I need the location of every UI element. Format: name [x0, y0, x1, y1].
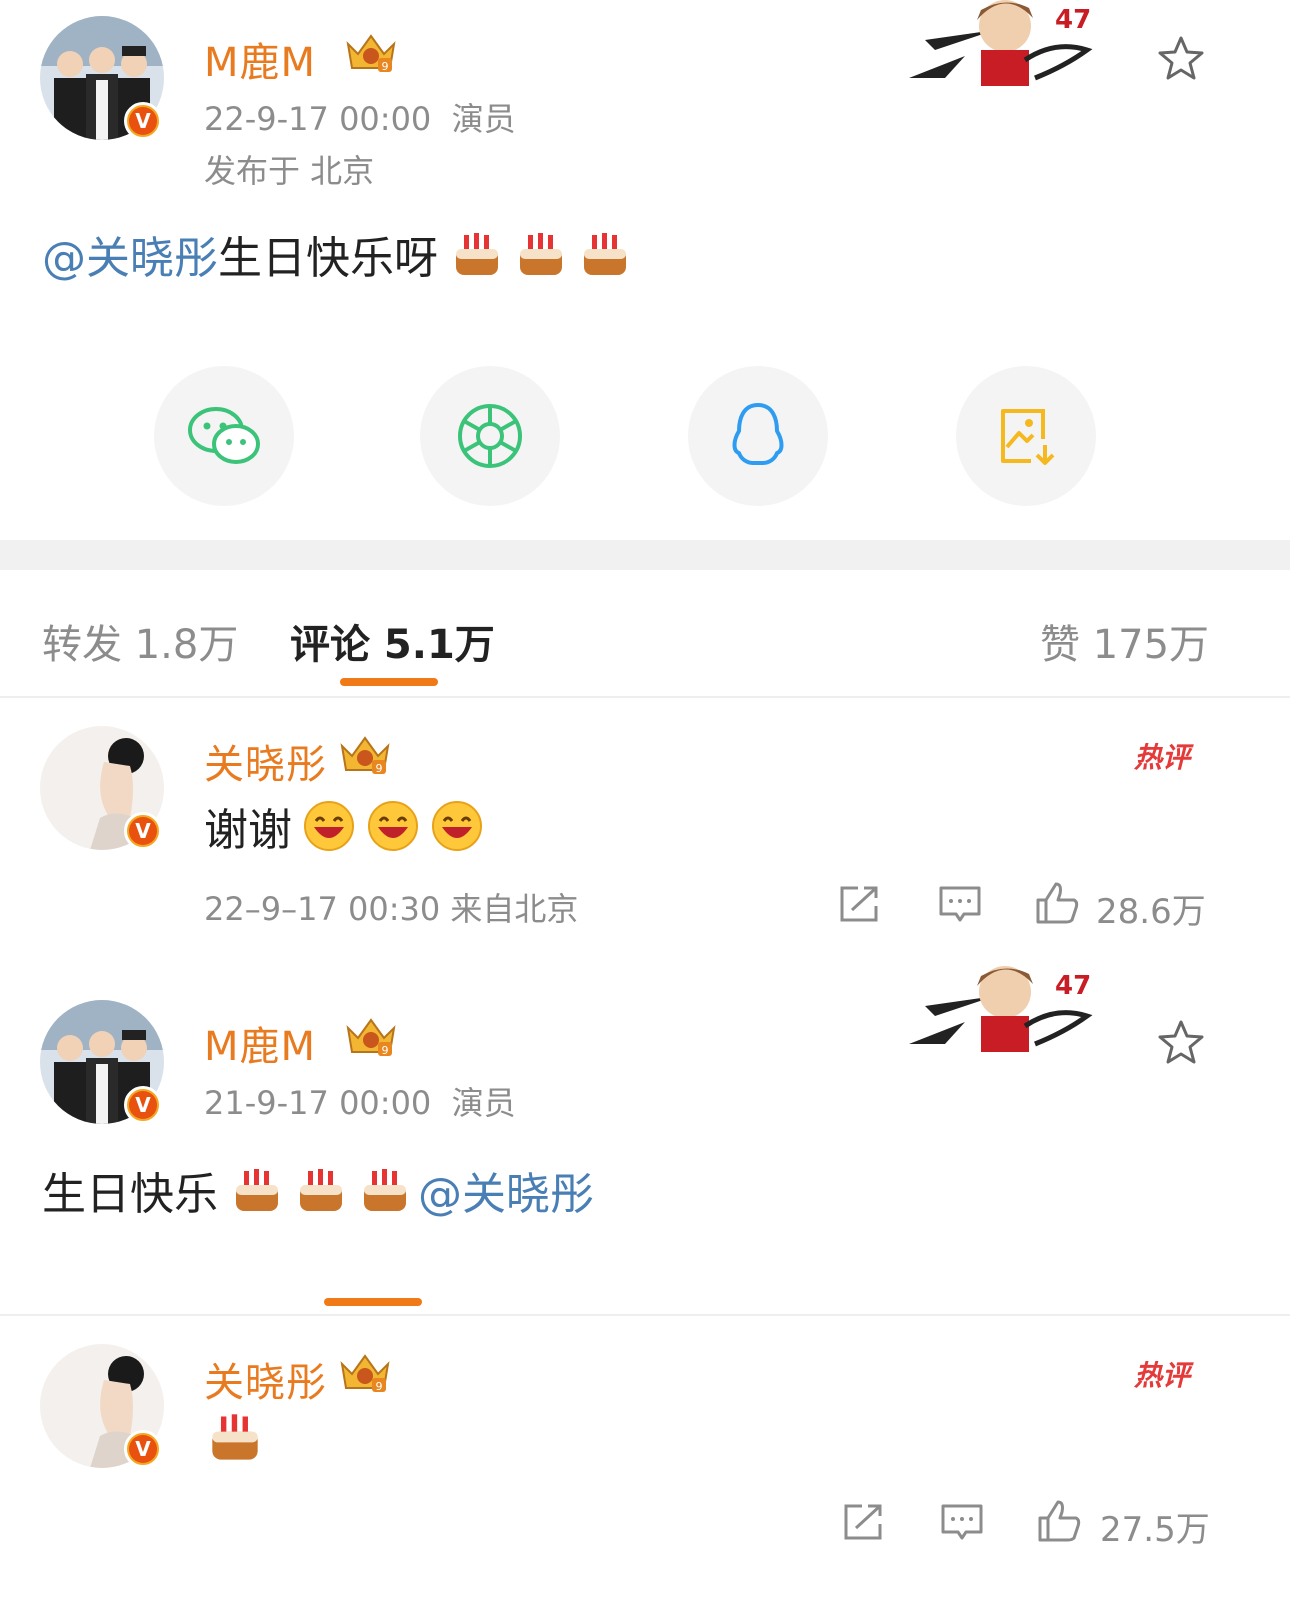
svg-text:9: 9 [376, 762, 383, 775]
tab-like[interactable]: 赞 175万 [1040, 612, 1209, 670]
laugh-emoji-icon [368, 801, 418, 851]
comment-text: 谢谢 [204, 794, 484, 858]
vip-crown-icon: 9 [346, 1018, 396, 1057]
svg-text:9: 9 [382, 1044, 389, 1057]
cake-emoji-icon [236, 1169, 278, 1211]
author-role: 演员 [451, 100, 516, 138]
comment-like-count: 27.5万 [1100, 1510, 1210, 1550]
post-time: 21-9-17 00:00 演员 [204, 1084, 516, 1122]
section-divider [0, 540, 1290, 570]
verified-icon: V [124, 812, 162, 850]
reply-icon[interactable] [938, 884, 982, 924]
author-name[interactable]: M鹿M [204, 1014, 316, 1072]
author-role: 演员 [451, 1084, 516, 1122]
active-tab-indicator [340, 678, 438, 686]
post-text: @关晓彤 生日快乐呀 [42, 222, 630, 286]
comment-like-count: 28.6万 [1096, 892, 1206, 932]
cake-emoji-icon [584, 233, 626, 275]
svg-text:47: 47 [1055, 971, 1091, 1001]
mention-link[interactable]: @关晓彤 [418, 1158, 594, 1222]
laugh-emoji-icon [304, 801, 354, 851]
share-icon[interactable] [842, 1502, 886, 1542]
cake-emoji-icon [520, 233, 562, 275]
cake-emoji-icon [456, 233, 498, 275]
vip-crown-icon: 9 [346, 34, 396, 73]
post-time: 22-9-17 00:00 演员 [204, 100, 516, 138]
tab-repost[interactable]: 转发 1.8万 [42, 612, 238, 670]
tab-comment[interactable]: 评论 5.1万 [290, 612, 495, 670]
favorite-star-icon[interactable] [1156, 1018, 1206, 1068]
svg-text:9: 9 [382, 60, 389, 73]
cake-emoji-icon [300, 1169, 342, 1211]
qq-icon [732, 403, 784, 465]
author-name[interactable]: M鹿M [204, 30, 316, 88]
fan-sticker-icon: 47 [909, 966, 1093, 1052]
vip-crown-icon: 9 [340, 1354, 390, 1393]
share-icon[interactable] [838, 884, 882, 924]
comment-time: 22–9–17 00:30 来自北京 [204, 890, 579, 928]
post-location: 发布于 北京 [204, 152, 375, 190]
verified-icon: V [124, 1086, 162, 1124]
save-image-icon [1001, 409, 1055, 465]
save-image-button[interactable] [956, 366, 1096, 506]
verified-icon: V [124, 102, 162, 140]
share-wechat-button[interactable] [154, 366, 294, 506]
tab-divider [0, 696, 1290, 698]
reply-icon[interactable] [940, 1502, 984, 1542]
hot-comment-badge: 热评 [1134, 741, 1191, 774]
share-moments-button[interactable] [420, 366, 560, 506]
like-icon[interactable] [1036, 1498, 1082, 1544]
cake-emoji-icon [364, 1169, 406, 1211]
like-icon[interactable] [1034, 880, 1080, 926]
post-text: 生日快乐 @关晓彤 [42, 1158, 594, 1222]
favorite-star-icon[interactable] [1156, 34, 1206, 84]
wechat-icon [188, 407, 260, 464]
vip-crown-icon: 9 [340, 736, 390, 775]
fan-sticker-icon: 47 [909, 0, 1093, 86]
laugh-emoji-icon [432, 801, 482, 851]
commenter-name[interactable]: 关晓彤 [204, 732, 327, 790]
tab-divider [0, 1314, 1290, 1316]
commenter-name[interactable]: 关晓彤 [204, 1350, 327, 1408]
svg-text:47: 47 [1055, 5, 1091, 35]
mention-link[interactable]: @关晓彤 [42, 222, 218, 286]
hot-comment-badge: 热评 [1134, 1359, 1191, 1392]
cake-emoji-icon [212, 1414, 258, 1460]
svg-text:9: 9 [376, 1380, 383, 1393]
moments-icon [458, 404, 522, 468]
share-qq-button[interactable] [688, 366, 828, 506]
active-tab-indicator [324, 1298, 422, 1306]
verified-icon: V [124, 1430, 162, 1468]
